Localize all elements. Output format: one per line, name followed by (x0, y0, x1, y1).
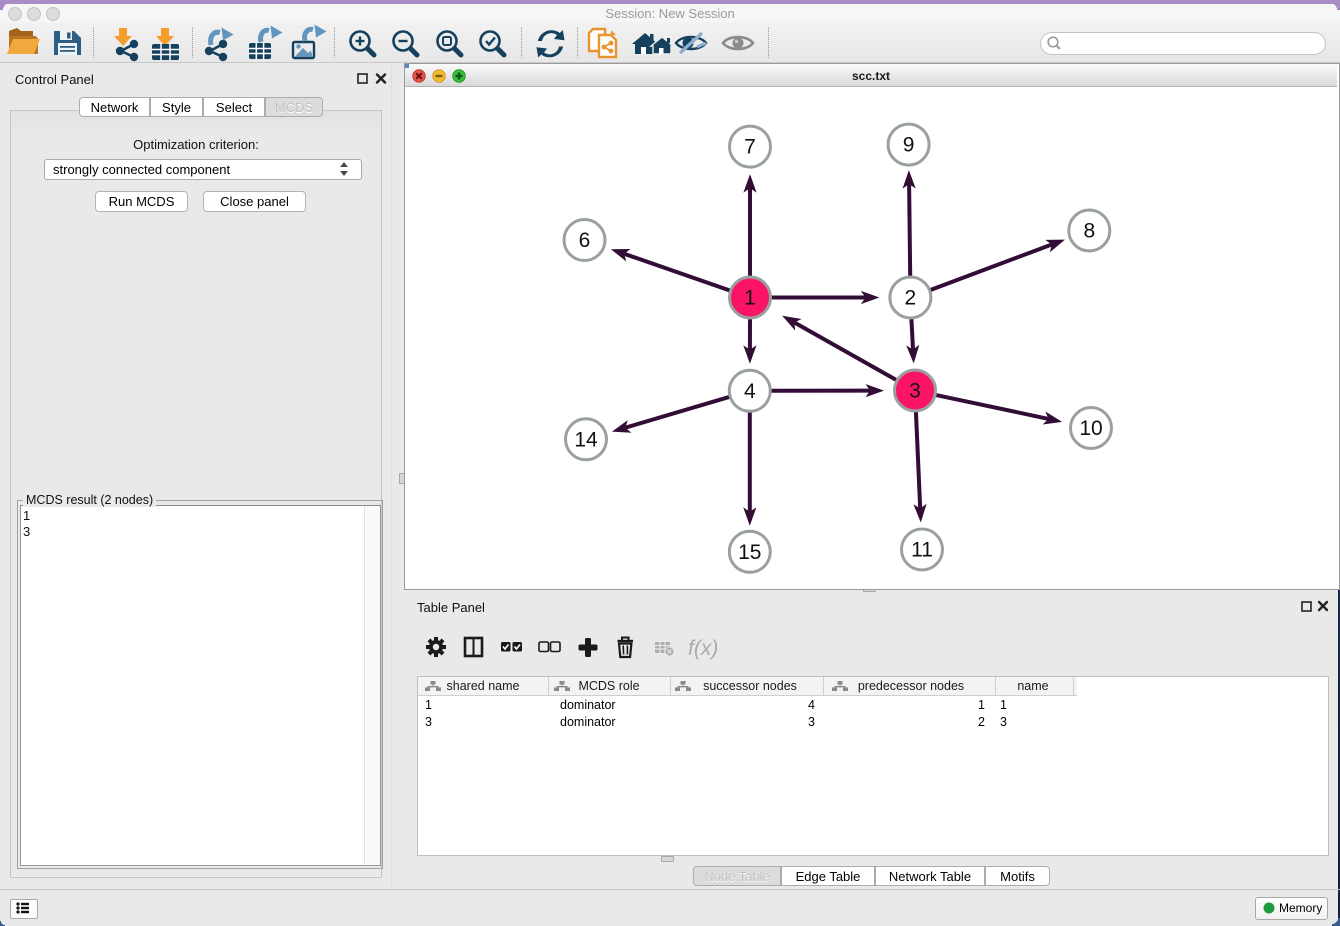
svg-text:1: 1 (744, 287, 756, 310)
svg-text:3: 3 (909, 380, 921, 403)
svg-text:10: 10 (1079, 417, 1102, 440)
svg-text:f(x): f(x) (688, 637, 718, 660)
svg-text:9: 9 (903, 134, 915, 157)
svg-text:8: 8 (1083, 220, 1095, 243)
svg-text:6: 6 (579, 229, 591, 252)
svg-text:11: 11 (911, 539, 933, 562)
svg-text:Memory: Memory (1279, 901, 1322, 915)
svg-text:4: 4 (744, 380, 756, 403)
svg-text:7: 7 (744, 136, 756, 159)
svg-text:2: 2 (905, 287, 917, 310)
svg-text:14: 14 (574, 428, 598, 451)
svg-text:15: 15 (738, 541, 761, 564)
